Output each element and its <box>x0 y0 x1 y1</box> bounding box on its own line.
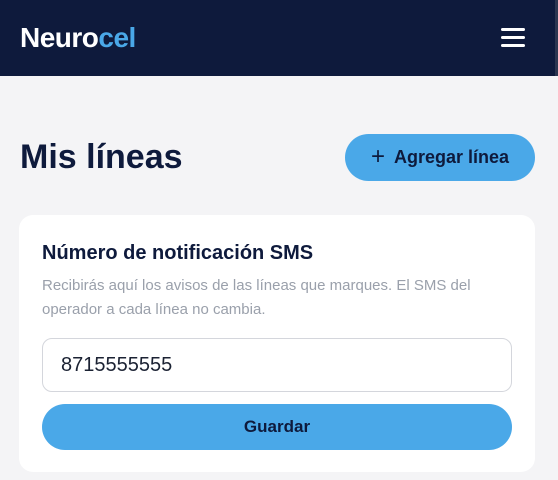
sms-phone-input[interactable] <box>42 338 512 392</box>
hamburger-menu-icon[interactable] <box>496 22 530 54</box>
sms-card-title: Número de notificación SMS <box>42 242 314 264</box>
sms-notification-card: Número de notificación SMS Recibirás aqu… <box>19 215 535 472</box>
top-navigation-bar: Neurocel <box>0 0 558 76</box>
sms-card-description: Recibirás aquí los avisos de las líneas … <box>42 277 471 318</box>
save-button[interactable]: Guardar <box>42 404 512 450</box>
plus-icon: + <box>370 142 385 170</box>
add-line-button-label: Agregar línea <box>393 147 510 167</box>
page-title: Mis líneas <box>20 138 183 176</box>
logo-text-neuro: Neuro <box>20 22 99 53</box>
neurocel-logo[interactable]: Neurocel <box>20 22 136 54</box>
logo-text-cel: cel <box>98 22 136 53</box>
add-line-button[interactable]: + Agregar línea <box>345 134 535 181</box>
